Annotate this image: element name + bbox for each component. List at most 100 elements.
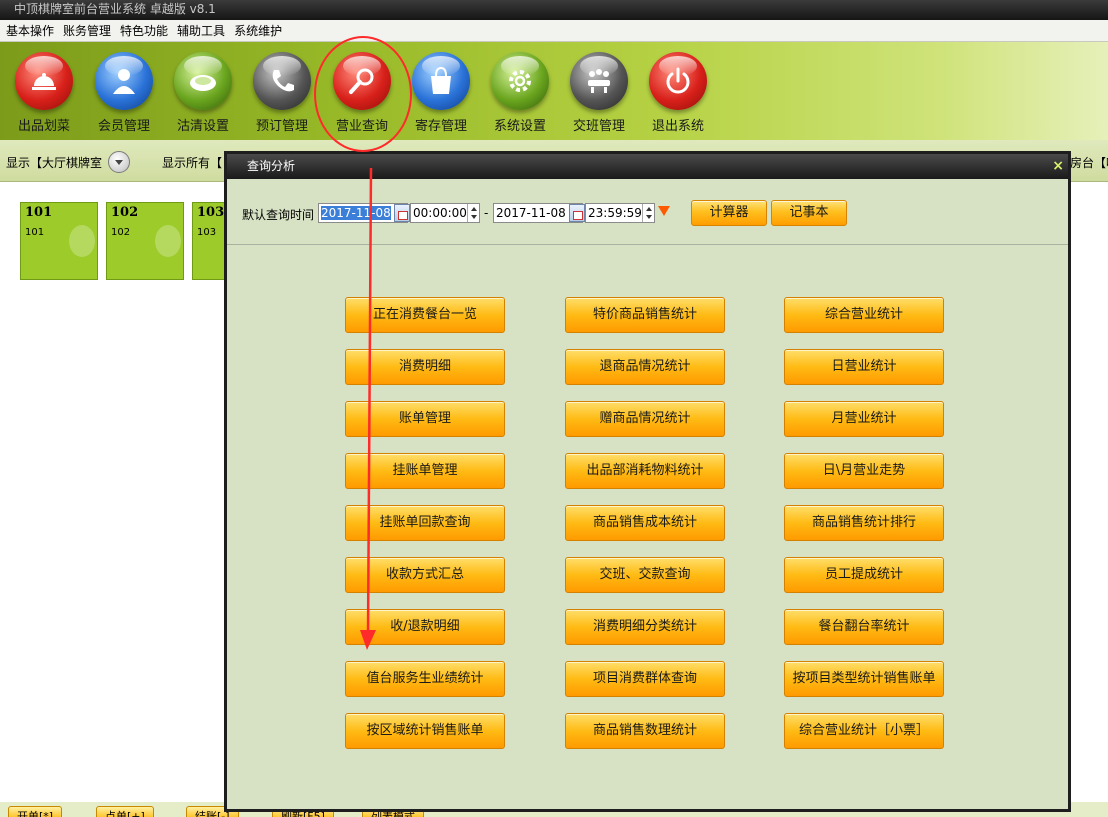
query-button-r8-c1[interactable]: 值台服务生业绩统计: [345, 661, 505, 697]
query-button-r9-c3[interactable]: 综合营业统计［小票］: [784, 713, 944, 749]
query-button-r1-c1[interactable]: 正在消费餐台一览: [345, 297, 505, 333]
gear-icon: [491, 52, 549, 110]
magnifier-icon: [333, 52, 391, 110]
start-time-spinner[interactable]: [467, 204, 479, 222]
menu-bar: 基本操作 账务管理 特色功能 辅助工具 系统维护: [0, 20, 1108, 42]
menu-tools[interactable]: 辅助工具: [177, 22, 225, 39]
notepad-button[interactable]: 记事本: [771, 200, 847, 226]
room-name: 103: [197, 227, 217, 238]
query-button-r6-c2[interactable]: 交班、交款查询: [565, 557, 725, 593]
toolbar-storage-button[interactable]: 寄存管理: [403, 52, 479, 138]
meeting-icon: [570, 52, 628, 110]
query-button-r4-c2[interactable]: 出品部消耗物料统计: [565, 453, 725, 489]
end-date-value: 2017-11-08: [496, 206, 566, 220]
query-button-r9-c1[interactable]: 按区域统计销售账单: [345, 713, 505, 749]
query-button-r7-c1[interactable]: 收/退款明细: [345, 609, 505, 645]
room-filter-label: 房台【吗: [1070, 156, 1108, 170]
end-calendar-icon[interactable]: [569, 204, 585, 222]
menu-features[interactable]: 特色功能: [120, 22, 168, 39]
end-time-input[interactable]: 23:59:59: [585, 203, 655, 223]
bag-icon: [412, 52, 470, 110]
query-button-r3-c3[interactable]: 月营业统计: [784, 401, 944, 437]
end-time-value: 23:59:59: [588, 206, 642, 220]
query-button-r5-c2[interactable]: 商品销售成本统计: [565, 505, 725, 541]
toolbar-label: 沽清设置: [176, 119, 229, 134]
query-button-r6-c1[interactable]: 收款方式汇总: [345, 557, 505, 593]
query-button-r2-c2[interactable]: 退商品情况统计: [565, 349, 725, 385]
dialog-title: 查询分析: [247, 159, 296, 173]
power-icon: [649, 52, 707, 110]
query-analysis-dialog: 查询分析 × 默认查询时间 2017-11-08 00:00:00 - 2017…: [224, 151, 1071, 812]
start-time-input[interactable]: 00:00:00: [410, 203, 480, 223]
toolbar-label: 营业查询: [335, 119, 388, 134]
toolbar-label: 交班管理: [572, 119, 625, 134]
window-title: 中顶棋牌室前台营业系统 卓越版 v8.1: [0, 0, 1108, 20]
toolbar-booking-button[interactable]: 预订管理: [244, 52, 320, 138]
room-code: 101: [25, 205, 53, 220]
toolbar-label: 系统设置: [493, 119, 546, 134]
status-filter-label: 显示所有【: [162, 156, 223, 170]
room-code: 102: [111, 205, 139, 220]
status-stamp-icon: [155, 225, 181, 257]
toolbar-label: 出品划菜: [17, 119, 70, 134]
add-order-button[interactable]: 点单[+]: [96, 806, 154, 817]
room-tile[interactable]: 101 101: [20, 202, 98, 280]
room-name: 102: [111, 227, 131, 238]
toolbar-soldout-button[interactable]: 沽清设置: [165, 52, 241, 138]
app-window: 中顶棋牌室前台营业系统 卓越版 v8.1 基本操作 账务管理 特色功能 辅助工具…: [0, 0, 1108, 817]
close-icon[interactable]: ×: [1052, 154, 1064, 179]
area-dropdown-button[interactable]: [108, 151, 130, 173]
query-button-r1-c3[interactable]: 综合营业统计: [784, 297, 944, 333]
query-button-r9-c2[interactable]: 商品销售数理统计: [565, 713, 725, 749]
query-button-r3-c2[interactable]: 赠商品情况统计: [565, 401, 725, 437]
toolbar-label: 会员管理: [97, 119, 150, 134]
query-button-r8-c3[interactable]: 按项目类型统计销售账单: [784, 661, 944, 697]
toolbar-settings-button[interactable]: 系统设置: [482, 52, 558, 138]
toolbar-dish-dispatch-button[interactable]: 出品划菜: [6, 52, 82, 138]
query-button-r5-c3[interactable]: 商品销售统计排行: [784, 505, 944, 541]
query-button-r2-c3[interactable]: 日营业统计: [784, 349, 944, 385]
query-button-r2-c1[interactable]: 消费明细: [345, 349, 505, 385]
query-button-r4-c1[interactable]: 挂账单管理: [345, 453, 505, 489]
dialog-title-bar: 查询分析 ×: [227, 154, 1068, 179]
user-icon: [95, 52, 153, 110]
end-time-spinner[interactable]: [642, 204, 654, 222]
area-filter-label: 显示【大厅棋牌室: [6, 156, 103, 170]
range-separator: -: [484, 206, 489, 220]
arrow-down-icon[interactable]: [658, 206, 670, 216]
query-button-r6-c3[interactable]: 员工提成统计: [784, 557, 944, 593]
cloche-icon: [15, 52, 73, 110]
main-toolbar: 出品划菜 会员管理 沽清设置 预订管理 营业查询 寄存管理 系统设置 交班管理 …: [0, 42, 1108, 140]
query-button-r8-c2[interactable]: 项目消费群体查询: [565, 661, 725, 697]
calculator-button[interactable]: 计算器: [691, 200, 767, 226]
toolbar-shift-button[interactable]: 交班管理: [561, 52, 637, 138]
toolbar-exit-button[interactable]: 退出系统: [640, 52, 716, 138]
phone-icon: [253, 52, 311, 110]
query-button-r5-c1[interactable]: 挂账单回款查询: [345, 505, 505, 541]
dialog-body: 默认查询时间 2017-11-08 00:00:00 - 2017-11-08 …: [227, 179, 1068, 809]
toolbar-member-button[interactable]: 会员管理: [86, 52, 162, 138]
dialog-divider: [227, 244, 1068, 245]
status-stamp-icon: [69, 225, 95, 257]
menu-maintenance[interactable]: 系统维护: [234, 22, 282, 39]
query-time-label: 默认查询时间: [242, 208, 315, 222]
toolbar-label: 退出系统: [651, 119, 704, 134]
open-order-button[interactable]: 开单[*]: [8, 806, 63, 817]
room-code: 103: [197, 205, 225, 220]
start-time-value: 00:00:00: [413, 206, 467, 220]
menu-basic-ops[interactable]: 基本操作: [6, 22, 54, 39]
start-calendar-icon[interactable]: [394, 204, 410, 222]
toolbar-business-query-button[interactable]: 营业查询: [324, 52, 400, 138]
query-button-r1-c2[interactable]: 特价商品销售统计: [565, 297, 725, 333]
start-date-value: 2017-11-08: [321, 206, 391, 220]
room-tile[interactable]: 102 102: [106, 202, 184, 280]
query-button-r3-c1[interactable]: 账单管理: [345, 401, 505, 437]
toolbar-label: 寄存管理: [414, 119, 467, 134]
query-button-r7-c2[interactable]: 消费明细分类统计: [565, 609, 725, 645]
room-name: 101: [25, 227, 45, 238]
query-button-r4-c3[interactable]: 日\月营业走势: [784, 453, 944, 489]
query-button-r7-c3[interactable]: 餐台翻台率统计: [784, 609, 944, 645]
plate-icon: [174, 52, 232, 110]
menu-accounting[interactable]: 账务管理: [63, 22, 111, 39]
toolbar-label: 预订管理: [255, 119, 308, 134]
